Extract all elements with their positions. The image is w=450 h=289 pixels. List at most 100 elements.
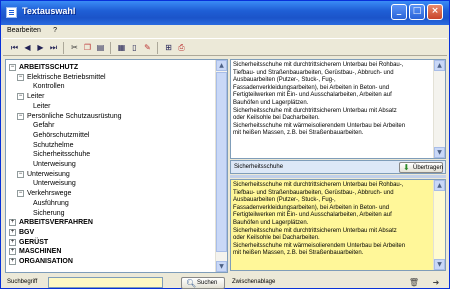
collapse-icon[interactable]: −: [17, 190, 24, 198]
text-line: Fassadenverkleidungsarbeiten), bei Arbei…: [233, 84, 390, 91]
search-button[interactable]: 🔍︎ Suchen: [181, 277, 225, 289]
forward-icon[interactable]: ➜: [430, 277, 442, 288]
menu-bearbeiten[interactable]: Bearbeiten: [7, 27, 41, 34]
text-line: Sicherheitsschuhe mit durchtrittsicherem…: [233, 107, 397, 114]
text-line: Fertigteilwerken mit Ein- und Ausschalar…: [233, 92, 392, 99]
expand-icon[interactable]: +: [9, 238, 16, 246]
window-title: Textauswahl: [22, 6, 76, 16]
expand-icon[interactable]: +: [9, 248, 16, 256]
clipboard-bar: Zwischenablage 🗑︎ ➜: [230, 277, 446, 289]
print-icon[interactable]: ⎙: [176, 42, 187, 53]
toolbar-separator: [63, 42, 64, 54]
splitter[interactable]: [230, 175, 446, 178]
text-line: Tiefbau- und Straßenbauarbeiten, Gerüstb…: [233, 189, 394, 196]
last-icon[interactable]: ⏭: [48, 42, 59, 53]
transfer-button-label: Übertragen: [413, 165, 444, 171]
tree-row-label: ARBEITSSCHUTZ: [19, 64, 79, 71]
text-line: Bauhöfen und Lagerplätzen.: [233, 99, 309, 106]
search-input[interactable]: [48, 277, 163, 288]
search-label: Suchbegriff: [7, 279, 38, 285]
tree-row-label: MASCHINEN: [19, 248, 62, 256]
tree-scrollbar[interactable]: ▲ ▼: [215, 60, 227, 272]
topic-tree[interactable]: − ARBEITSSCHUTZ − Elektrische Betriebsmitte…: [5, 59, 228, 273]
document-icon[interactable]: ▦: [116, 42, 127, 53]
next-icon[interactable]: ▶: [35, 42, 46, 53]
text-line: Tiefbau- und Straßenbauarbeiten, Gerüstb…: [233, 69, 394, 76]
text-preview-content: Sicherheitsschuhe mit durchtrittsicherem…: [233, 62, 431, 138]
title-bar[interactable]: Textauswahl _ □ ×: [1, 1, 449, 25]
text-scrollbar[interactable]: ▲ ▼: [433, 60, 445, 158]
scroll-thumb[interactable]: [216, 72, 227, 252]
menu-bar: Bearbeiten ?: [3, 26, 63, 37]
menu-help[interactable]: ?: [53, 27, 57, 34]
arrow-down-icon: ⬇: [403, 163, 410, 172]
toolbar-separator: [110, 42, 111, 54]
tree-row-label: Ausführung: [33, 199, 69, 207]
tree-row-label: Sicherung: [33, 209, 65, 217]
tree-row-label: Leiter: [33, 102, 51, 110]
text-line: Ausbauarbeiten (Putzer-, Stuck-, Fug-,: [233, 77, 336, 84]
text-line: Sicherheitsschuhe mit wärmeisolierendem …: [233, 242, 406, 249]
text-line: Fassadenverkleidungsarbeiten), bei Arbei…: [233, 204, 390, 211]
close-button[interactable]: ×: [427, 4, 443, 20]
text-line: Sicherheitsschuhe mit durchtrittsicherem…: [233, 227, 397, 234]
clipboard-label: Zwischenablage: [232, 279, 276, 285]
tree-row-label: Leiter: [27, 93, 45, 101]
tree-row-label: Gehörschutzmittel: [33, 131, 90, 139]
text-line: oder Keilsohle bei Dacharbeiten.: [233, 115, 320, 122]
maximize-button[interactable]: □: [409, 4, 425, 20]
tree-row-label: Sicherheitsschuhe: [33, 151, 91, 159]
search-button-label: Suchen: [197, 280, 218, 286]
expand-icon[interactable]: +: [9, 228, 16, 236]
tree-row-label: Unterweisung: [33, 161, 76, 168]
expand-icon[interactable]: +: [9, 219, 16, 227]
tree-row-label: Unterweisung: [33, 180, 76, 188]
magnifier-icon: 🔍︎: [186, 279, 197, 288]
minimize-button[interactable]: _: [391, 4, 407, 20]
tree-row-label: ORGANISATION: [19, 258, 73, 265]
collapse-icon[interactable]: −: [17, 170, 24, 178]
scroll-up-icon[interactable]: ▲: [216, 60, 227, 71]
toolbar-separator: [157, 42, 158, 54]
collapse-icon[interactable]: −: [17, 112, 24, 120]
scroll-up-icon[interactable]: ▲: [434, 60, 445, 71]
clipboard-area[interactable]: Sicherheitsschuhe mit durchtrittsicherem…: [230, 179, 446, 271]
copy-icon[interactable]: ❐: [82, 42, 93, 53]
transfer-button[interactable]: ⬇ Übertragen: [399, 162, 443, 173]
tree-row-label: Schutzhelme: [33, 141, 74, 149]
scroll-down-icon[interactable]: ▼: [434, 147, 445, 158]
tree-row-label: Kontrollen: [33, 83, 65, 91]
text-line: Sicherheitsschuhe mit wärmeisolierendem …: [233, 122, 406, 129]
app-window: Textauswahl _ □ × Bearbeiten ? ⏮ ◀ ▶ ⏭ ✂…: [0, 0, 450, 289]
search-row: Suchbegriff 🔍︎ Suchen: [5, 277, 228, 289]
tree-row-label: ARBEITSVERFAHREN: [19, 219, 93, 227]
clipboard-content: Sicherheitsschuhe mit durchtrittsicherem…: [233, 182, 431, 258]
collapse-icon[interactable]: −: [17, 73, 24, 81]
selected-topic: Sicherheitsschuhe: [234, 164, 284, 170]
tree-icon[interactable]: ⊞: [163, 42, 174, 53]
scroll-up-icon[interactable]: ▲: [434, 180, 445, 191]
tree-row-label: Persönliche Schutzausrüstung: [27, 112, 122, 120]
cut-icon[interactable]: ✂: [69, 42, 80, 53]
prev-icon[interactable]: ◀: [22, 42, 33, 53]
edit-icon[interactable]: ✎: [142, 42, 153, 53]
tree-row-label: GERÜST: [19, 238, 49, 246]
page-icon[interactable]: ▯: [129, 42, 140, 53]
tree-row-label: Unterweisung: [27, 170, 70, 178]
text-line: Fertigteilwerken mit Ein- und Ausschalar…: [233, 212, 392, 219]
trash-icon[interactable]: 🗑︎: [408, 277, 420, 288]
scroll-down-icon[interactable]: ▼: [216, 261, 227, 272]
expand-icon[interactable]: +: [9, 258, 16, 265]
text-line: oder Keilsohle bei Dacharbeiten.: [233, 235, 320, 242]
collapse-icon[interactable]: −: [17, 93, 24, 101]
first-icon[interactable]: ⏮: [9, 42, 20, 53]
collapse-icon[interactable]: −: [9, 64, 16, 71]
clipboard-scrollbar[interactable]: ▲ ▼: [433, 180, 445, 270]
text-line: mit heißen Massen, z.B. bei Straßenbauar…: [233, 250, 364, 257]
tree-row-label: BGV: [19, 228, 35, 236]
paste-icon[interactable]: ▤: [95, 42, 106, 53]
app-icon: [6, 7, 17, 18]
text-preview[interactable]: Sicherheitsschuhe mit durchtrittsicherem…: [230, 59, 446, 159]
scroll-down-icon[interactable]: ▼: [434, 259, 445, 270]
selection-bar: Sicherheitsschuhe ⬇ Übertragen: [230, 160, 446, 174]
